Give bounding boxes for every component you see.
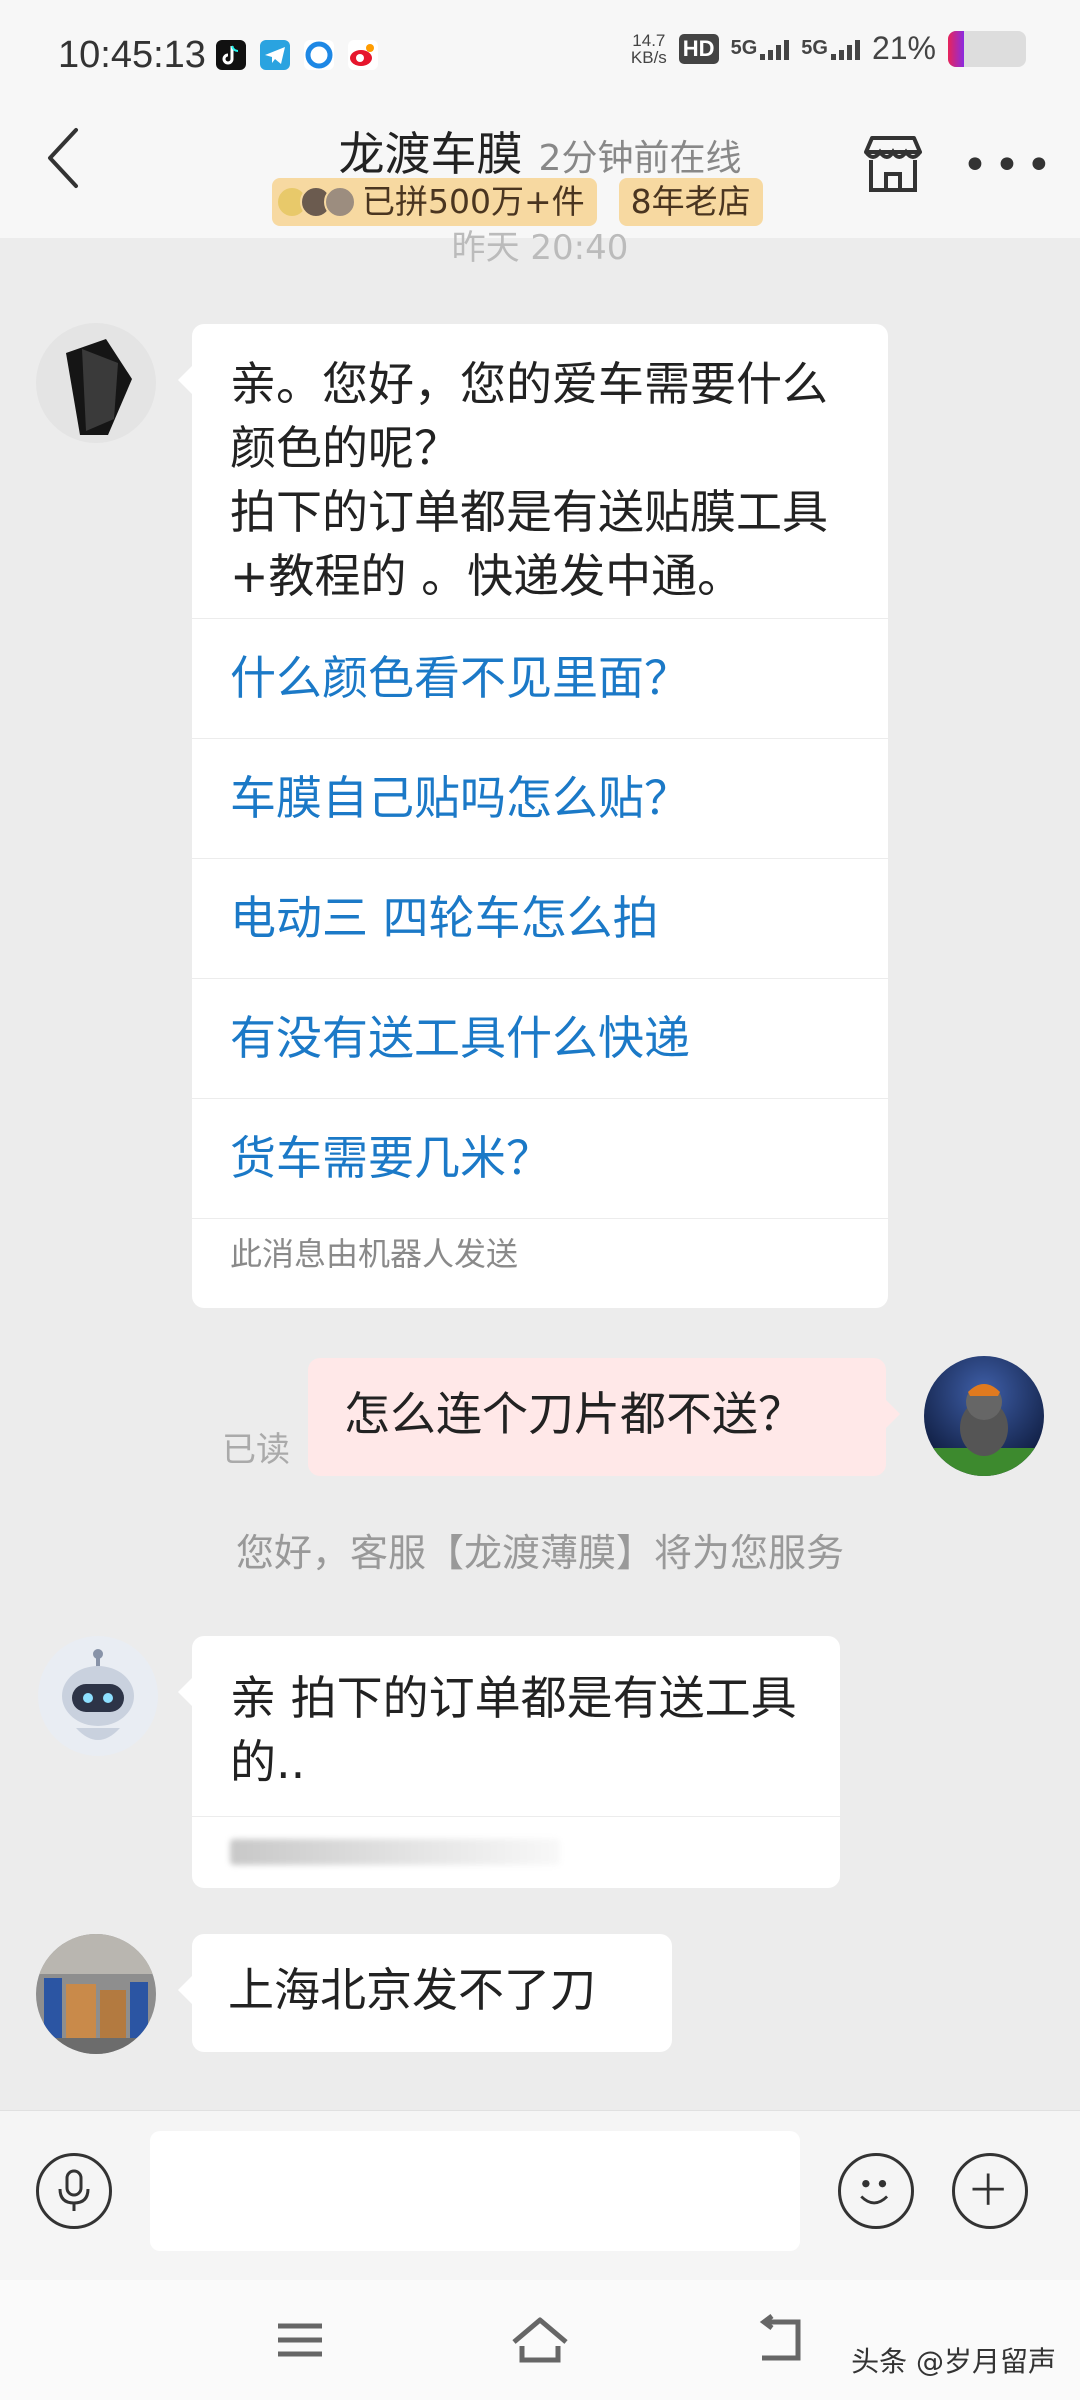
user-message-text: 怎么连个刀片都不送？ <box>344 1387 804 1441</box>
quick-question[interactable]: 车膜自己贴吗怎么贴？ <box>192 738 888 858</box>
robot-reply-text: 亲 拍下的订单都是有送工具的.. <box>230 1671 797 1789</box>
seller-reply-text: 上海北京发不了刀 <box>228 1963 596 2017</box>
robot-reply-bubble: 亲 拍下的订单都是有送工具的.. <box>178 1636 840 1888</box>
store-age-badge: 8年老店 <box>618 178 763 226</box>
input-bar <box>0 2110 1080 2281</box>
voice-button[interactable] <box>36 2153 112 2229</box>
robot-avatar[interactable] <box>38 1636 158 1756</box>
plus-icon <box>972 2173 1004 2205</box>
sales-badge: 已拼500万+件 <box>272 178 597 226</box>
system-note: 您好，客服【龙渡薄膜】将为您服务 <box>235 1531 844 1575</box>
user-message-bubble: 怎么连个刀片都不送？ <box>308 1358 900 1476</box>
smiley-icon <box>860 2179 889 2205</box>
read-status: 已读 <box>222 1430 290 1470</box>
telegram-icon <box>260 40 290 70</box>
menu-icon[interactable] <box>268 2308 332 2372</box>
shop-avatar[interactable] <box>36 323 156 443</box>
store-icon[interactable] <box>858 130 928 200</box>
tiktok-icon <box>216 40 246 70</box>
hd-icon: HD <box>678 33 719 64</box>
status-time: 10:45:13 <box>58 34 206 76</box>
browser-icon <box>304 40 334 70</box>
user-avatar[interactable] <box>924 1356 1044 1476</box>
signal-icon: 5G <box>801 37 860 60</box>
watermark: 头条 @岁月留声 <box>851 2345 1056 2378</box>
message-timestamp: 昨天 20:40 <box>451 228 629 268</box>
quick-question[interactable]: 货车需要几米？ <box>192 1098 888 1218</box>
bot-greeting-text: 亲。您好，您的爱车需要什么颜色的呢？ 拍下的订单都是有送贴膜工具+教程的 。快递… <box>230 357 828 603</box>
battery-icon <box>948 30 1026 67</box>
status-indicators: 14.7 KB/s HD 5G 5G 21% <box>631 30 1026 67</box>
battery-percent: 21% <box>871 30 936 66</box>
status-bar: 10:45:13 14.7 KB/s HD 5G 5G 21% <box>0 0 1080 110</box>
blurred-text <box>230 1839 560 1865</box>
shop-badges: 已拼500万+件 8年老店 <box>272 178 763 226</box>
seller-avatar[interactable] <box>36 1934 156 2054</box>
home-icon[interactable] <box>508 2308 572 2372</box>
weibo-icon <box>348 40 378 70</box>
more-actions-button[interactable] <box>952 2153 1028 2229</box>
buyer-avatars <box>276 186 356 218</box>
signal-icon: 5G <box>731 37 790 60</box>
robot-sent-note: 此消息由机器人发送 <box>192 1218 888 1289</box>
quick-question[interactable]: 电动三 四轮车怎么拍 <box>192 858 888 978</box>
microphone-icon <box>58 2169 90 2211</box>
seller-reply-bubble: 上海北京发不了刀 <box>178 1934 672 2052</box>
bot-greeting-bubble: 亲。您好，您的爱车需要什么颜色的呢？ 拍下的订单都是有送贴膜工具+教程的 。快递… <box>178 324 888 1308</box>
chat-header: 龙渡车膜 2分钟前在线 已拼500万+件 8年老店 ••• <box>0 110 1080 238</box>
message-input[interactable] <box>150 2131 800 2251</box>
quick-question[interactable]: 什么颜色看不见里面？ <box>192 618 888 738</box>
shop-title: 龙渡车膜 <box>338 127 523 181</box>
more-icon[interactable]: ••• <box>962 140 1058 191</box>
network-speed: 14.7 KB/s <box>630 30 667 67</box>
back-nav-icon[interactable] <box>748 2308 812 2372</box>
notification-icons <box>216 40 378 70</box>
blurred-footer <box>192 1816 840 1887</box>
battery-level <box>948 30 965 67</box>
quick-question[interactable]: 有没有送工具什么快递 <box>192 978 888 1098</box>
emoji-button[interactable] <box>838 2153 914 2229</box>
online-status: 2分钟前在线 <box>538 138 742 179</box>
